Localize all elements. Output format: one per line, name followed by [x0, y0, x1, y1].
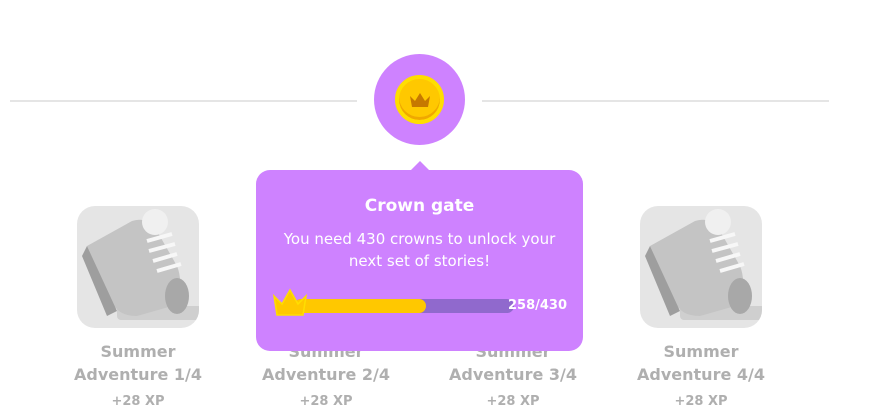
story-card-1[interactable]: Summer Adventure 1/4 +28 XP	[53, 206, 223, 409]
tooltip-arrow	[410, 161, 430, 171]
section-divider-left	[10, 100, 357, 102]
story-card-4[interactable]: Summer Adventure 4/4 +28 XP	[616, 206, 786, 409]
crown-progress: 258/430	[272, 288, 572, 318]
progress-track	[294, 299, 514, 313]
story-title: Summer Adventure 4/4	[637, 342, 765, 384]
crown-gate-button[interactable]	[374, 54, 465, 145]
story-title: Summer Adventure 1/4	[74, 342, 202, 384]
story-xp: +28 XP	[486, 394, 540, 409]
sneaker-icon	[640, 206, 762, 328]
crown-icon	[272, 288, 308, 316]
sneaker-icon	[77, 206, 199, 328]
story-xp: +28 XP	[299, 394, 353, 409]
tooltip-title: Crown gate	[364, 196, 475, 216]
section-divider-right	[482, 100, 829, 102]
story-xp: +28 XP	[111, 394, 165, 409]
tooltip-message: You need 430 crowns to unlock your next …	[283, 230, 556, 270]
story-xp: +28 XP	[674, 394, 728, 409]
crown-coin-icon	[395, 75, 444, 124]
progress-count: 258/430	[508, 298, 568, 313]
crown-gate-tooltip: Crown gate You need 430 crowns to unlock…	[256, 161, 583, 351]
progress-fill	[294, 299, 426, 313]
